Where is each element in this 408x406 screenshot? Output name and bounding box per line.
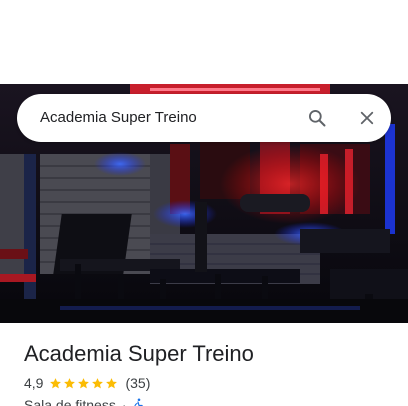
star-icon — [92, 377, 104, 388]
clear-search-button[interactable] — [353, 104, 381, 132]
category-row: Sala de fitness · — [24, 396, 145, 406]
star-icon — [78, 377, 90, 388]
separator-dot: · — [121, 397, 127, 406]
rating-row[interactable]: 4,9 (35) — [24, 374, 150, 392]
search-button[interactable] — [303, 104, 331, 132]
place-title: Academia Super Treino — [24, 341, 254, 366]
rating-stars — [49, 377, 119, 390]
close-icon — [360, 111, 374, 125]
review-count[interactable]: (35) — [125, 375, 150, 391]
wheelchair-accessible-icon — [133, 398, 143, 406]
rating-value: 4,9 — [24, 375, 44, 391]
star-icon — [50, 377, 62, 388]
search-icon — [309, 110, 326, 127]
star-icon — [64, 377, 76, 388]
search-bar[interactable]: Academia Super Treino — [17, 94, 391, 142]
place-category: Sala de fitness — [24, 397, 116, 406]
search-input[interactable]: Academia Super Treino — [40, 94, 197, 142]
star-icon — [106, 377, 118, 388]
